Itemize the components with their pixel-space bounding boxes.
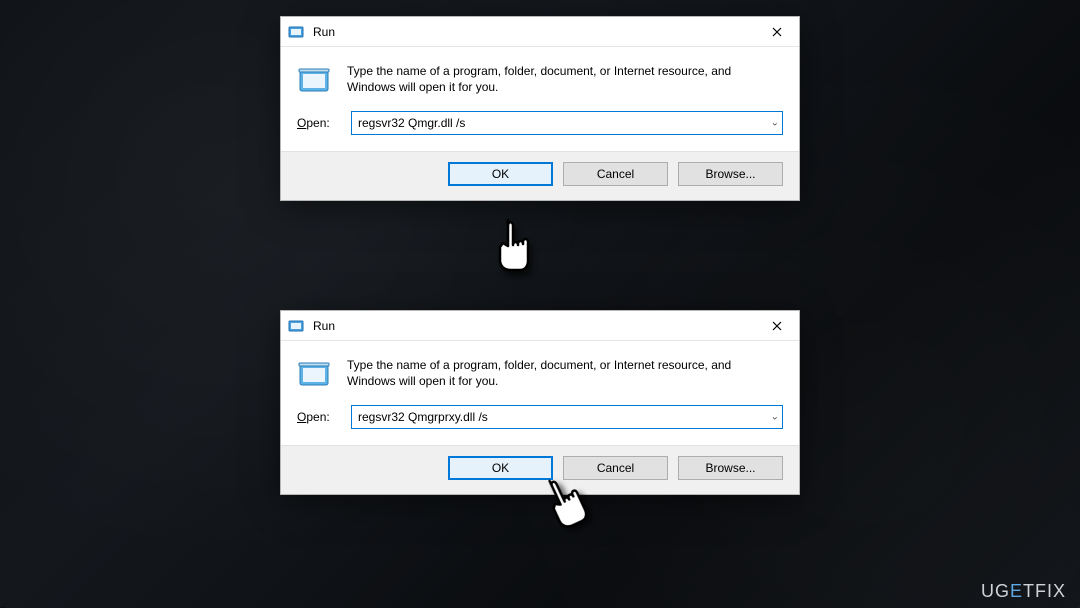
run-icon <box>281 318 311 334</box>
ok-button[interactable]: OK <box>448 456 553 480</box>
button-row: OK Cancel Browse... <box>281 445 799 494</box>
stage: Run Type the name of a program, folder, … <box>0 0 1080 608</box>
open-input[interactable] <box>351 405 783 429</box>
button-row: OK Cancel Browse... <box>281 151 799 200</box>
titlebar[interactable]: Run <box>281 311 799 341</box>
open-label: Open: <box>297 116 341 130</box>
instruction-text: Type the name of a program, folder, docu… <box>347 357 783 393</box>
instruction-text: Type the name of a program, folder, docu… <box>347 63 783 99</box>
run-icon <box>281 24 311 40</box>
browse-button[interactable]: Browse... <box>678 162 783 186</box>
watermark: UGETFIX <box>981 581 1066 602</box>
run-program-icon <box>297 357 333 393</box>
open-input[interactable] <box>351 111 783 135</box>
run-dialog-2: Run Type the name of a program, folder, … <box>280 310 800 495</box>
dialog-body: Type the name of a program, folder, docu… <box>281 341 799 405</box>
titlebar[interactable]: Run <box>281 17 799 47</box>
open-combobox[interactable]: ⌄ <box>351 405 783 429</box>
cancel-button[interactable]: Cancel <box>563 456 668 480</box>
close-button[interactable] <box>754 311 799 341</box>
close-button[interactable] <box>754 17 799 47</box>
window-title: Run <box>311 319 754 333</box>
open-label: Open: <box>297 410 341 424</box>
open-row: Open: ⌄ <box>281 405 799 445</box>
cancel-button[interactable]: Cancel <box>563 162 668 186</box>
run-program-icon <box>297 63 333 99</box>
dialog-body: Type the name of a program, folder, docu… <box>281 47 799 111</box>
run-dialog-1: Run Type the name of a program, folder, … <box>280 16 800 201</box>
ok-button[interactable]: OK <box>448 162 553 186</box>
browse-button[interactable]: Browse... <box>678 456 783 480</box>
open-row: Open: ⌄ <box>281 111 799 151</box>
close-icon <box>772 321 782 331</box>
open-combobox[interactable]: ⌄ <box>351 111 783 135</box>
close-icon <box>772 27 782 37</box>
window-title: Run <box>311 25 754 39</box>
